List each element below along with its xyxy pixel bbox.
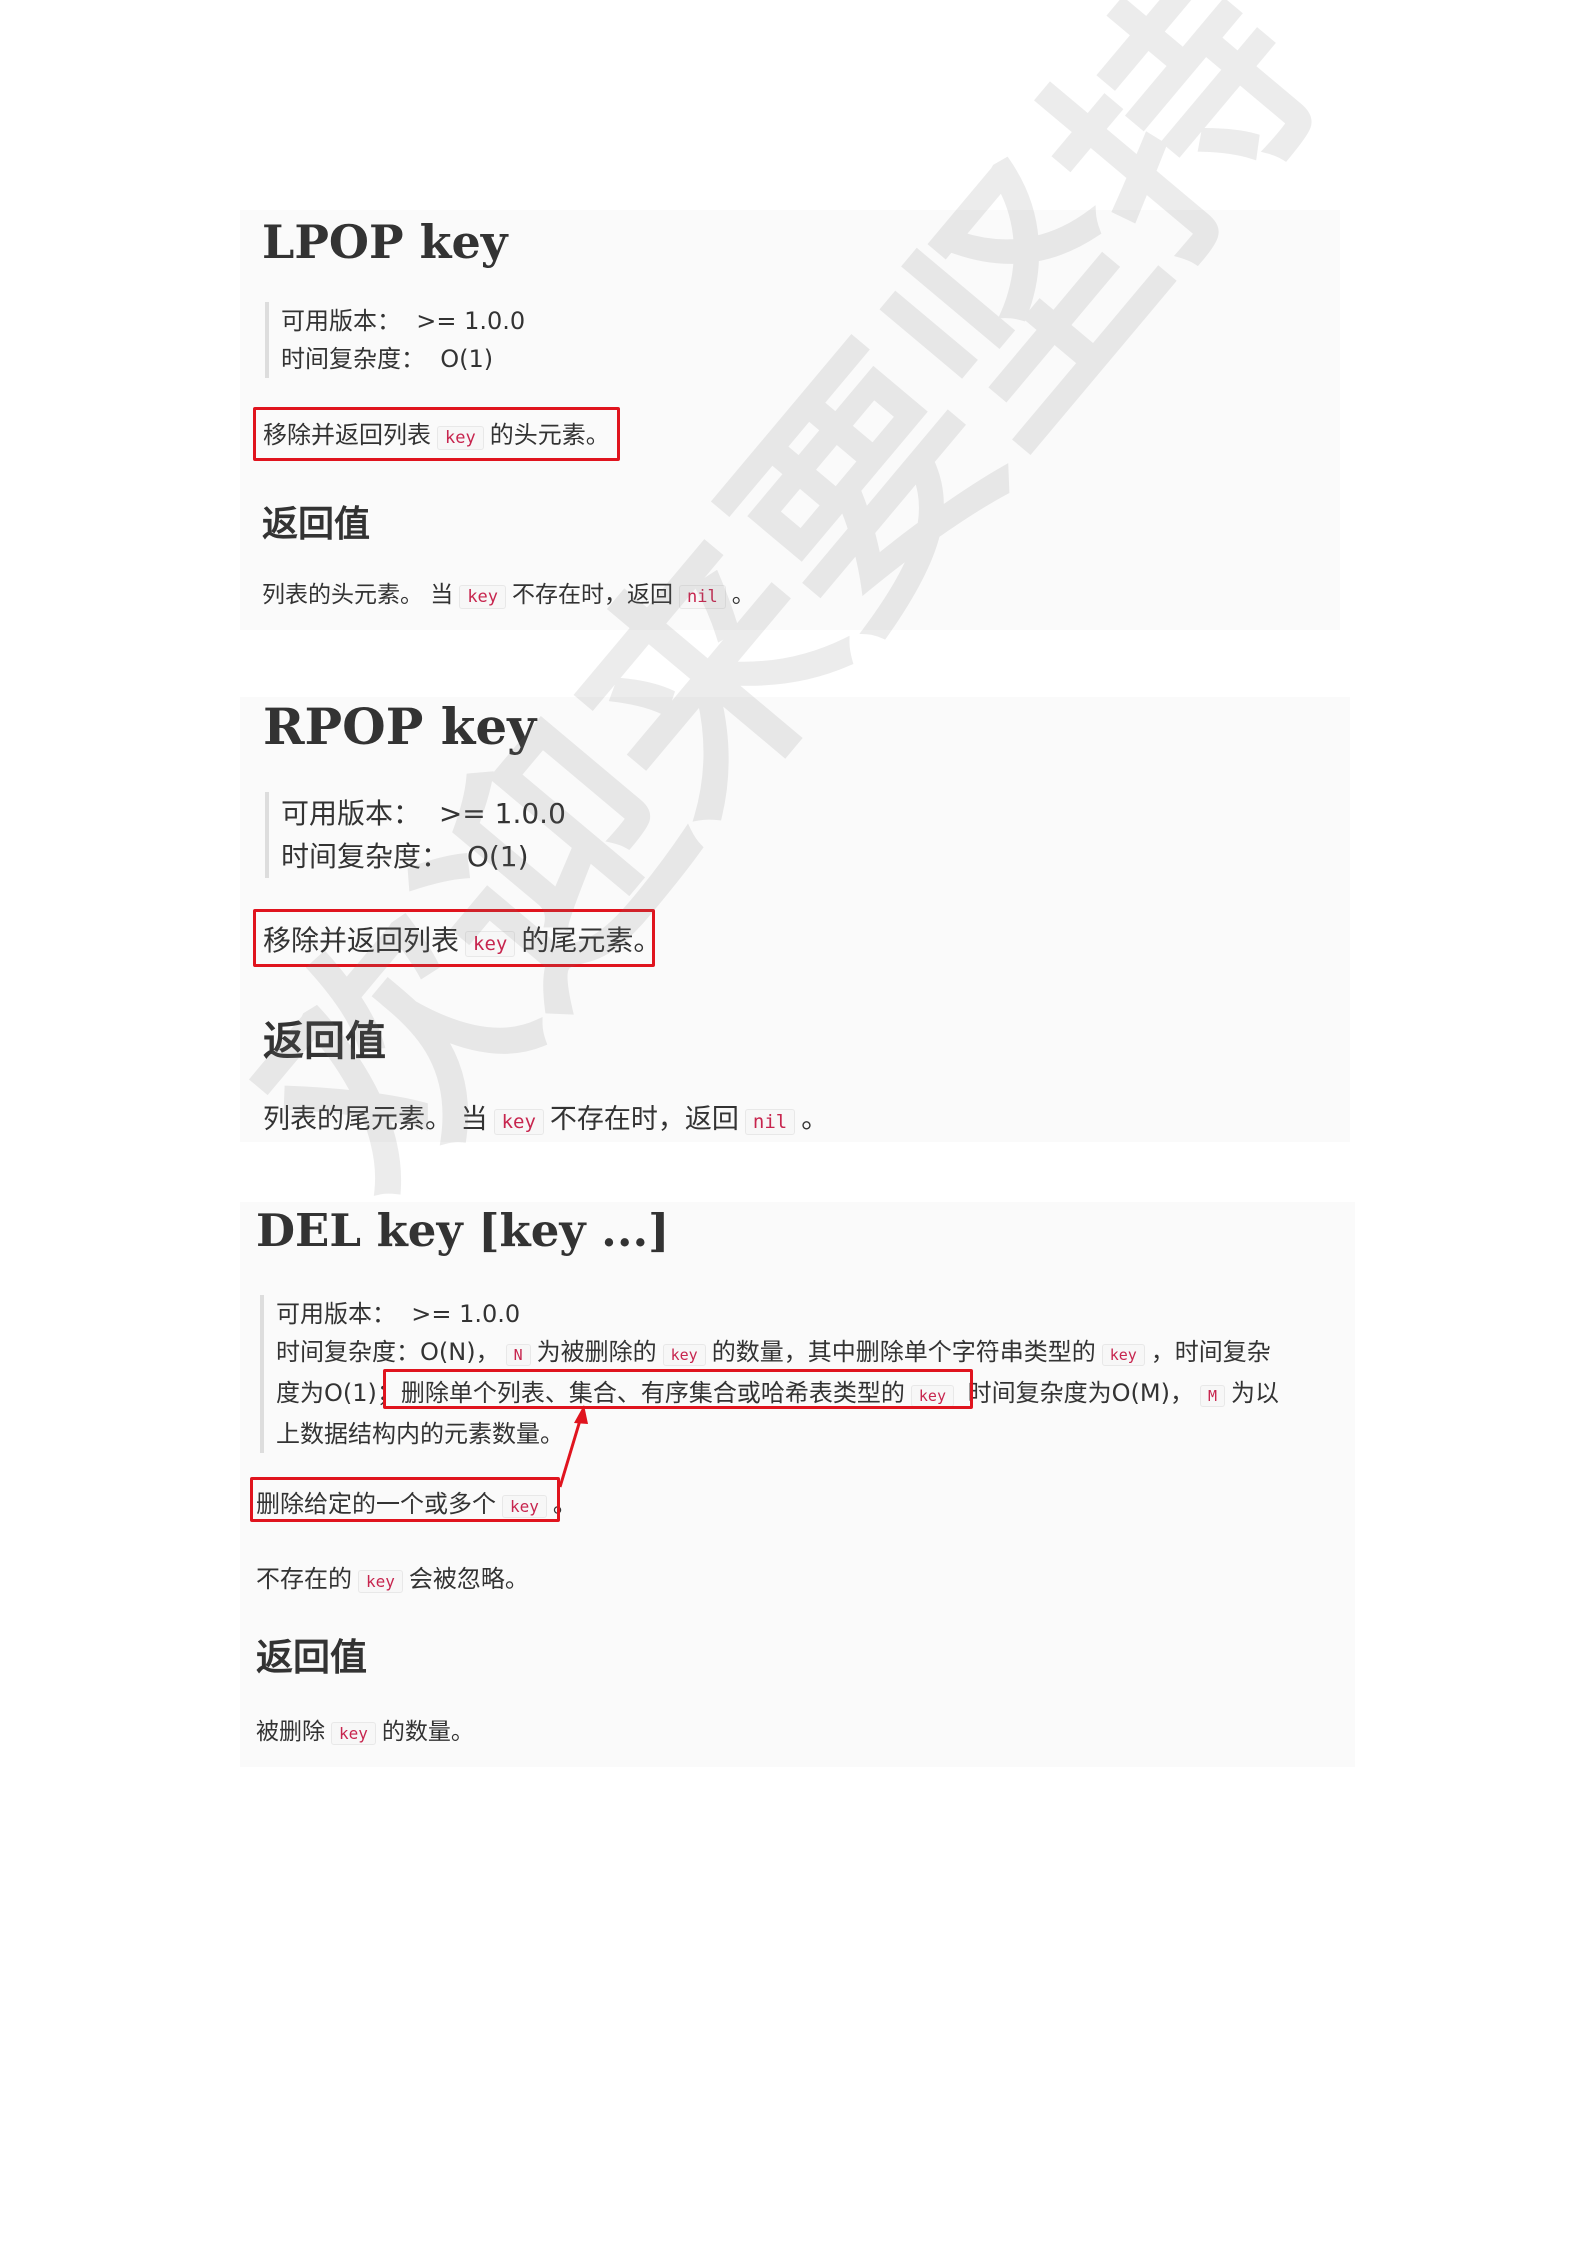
lpop-meta: 可用版本： >= 1.0.0 时间复杂度： O(1): [265, 302, 525, 378]
highlight-box: [253, 909, 655, 967]
highlight-box: [253, 407, 620, 461]
code-nil: nil: [744, 1109, 796, 1135]
arrow-annotation: [558, 1405, 588, 1488]
rpop-title: RPOP key: [263, 697, 537, 756]
code-nil: nil: [679, 585, 726, 609]
rpop-version: 可用版本： >= 1.0.0: [281, 797, 566, 830]
rpop-section: RPOP key 可用版本： >= 1.0.0 时间复杂度： O(1) 移除并返…: [240, 697, 1350, 1142]
lpop-title: LPOP key: [262, 215, 508, 269]
del-section: DEL key [key ...] 可用版本： >= 1.0.0 时间复杂度：O…: [240, 1202, 1355, 1767]
lpop-return-text: 列表的头元素。 当 key 不存在时，返回 nil。: [262, 582, 755, 609]
del-ignore-text: 不存在的 key 会被忽略。: [256, 1565, 529, 1593]
code-key: key: [493, 1109, 544, 1135]
del-return-text: 被删除 key 的数量。: [256, 1719, 474, 1745]
lpop-section: LPOP key 可用版本： >= 1.0.0 时间复杂度： O(1) 移除并返…: [240, 210, 1340, 630]
rpop-return-text: 列表的尾元素。 当 key 不存在时，返回 nil。: [263, 1104, 829, 1135]
rpop-meta: 可用版本： >= 1.0.0 时间复杂度： O(1): [265, 792, 566, 878]
code-key: key: [331, 1722, 376, 1745]
rpop-complexity: 时间复杂度： O(1): [281, 840, 529, 873]
del-return-heading: 返回值: [256, 1636, 367, 1679]
code-key: key: [459, 585, 507, 609]
lpop-return-heading: 返回值: [262, 504, 371, 545]
lpop-version: 可用版本： >= 1.0.0: [281, 307, 526, 335]
lpop-complexity: 时间复杂度： O(1): [281, 345, 494, 373]
rpop-return-heading: 返回值: [263, 1017, 386, 1065]
code-key: key: [358, 1570, 403, 1593]
